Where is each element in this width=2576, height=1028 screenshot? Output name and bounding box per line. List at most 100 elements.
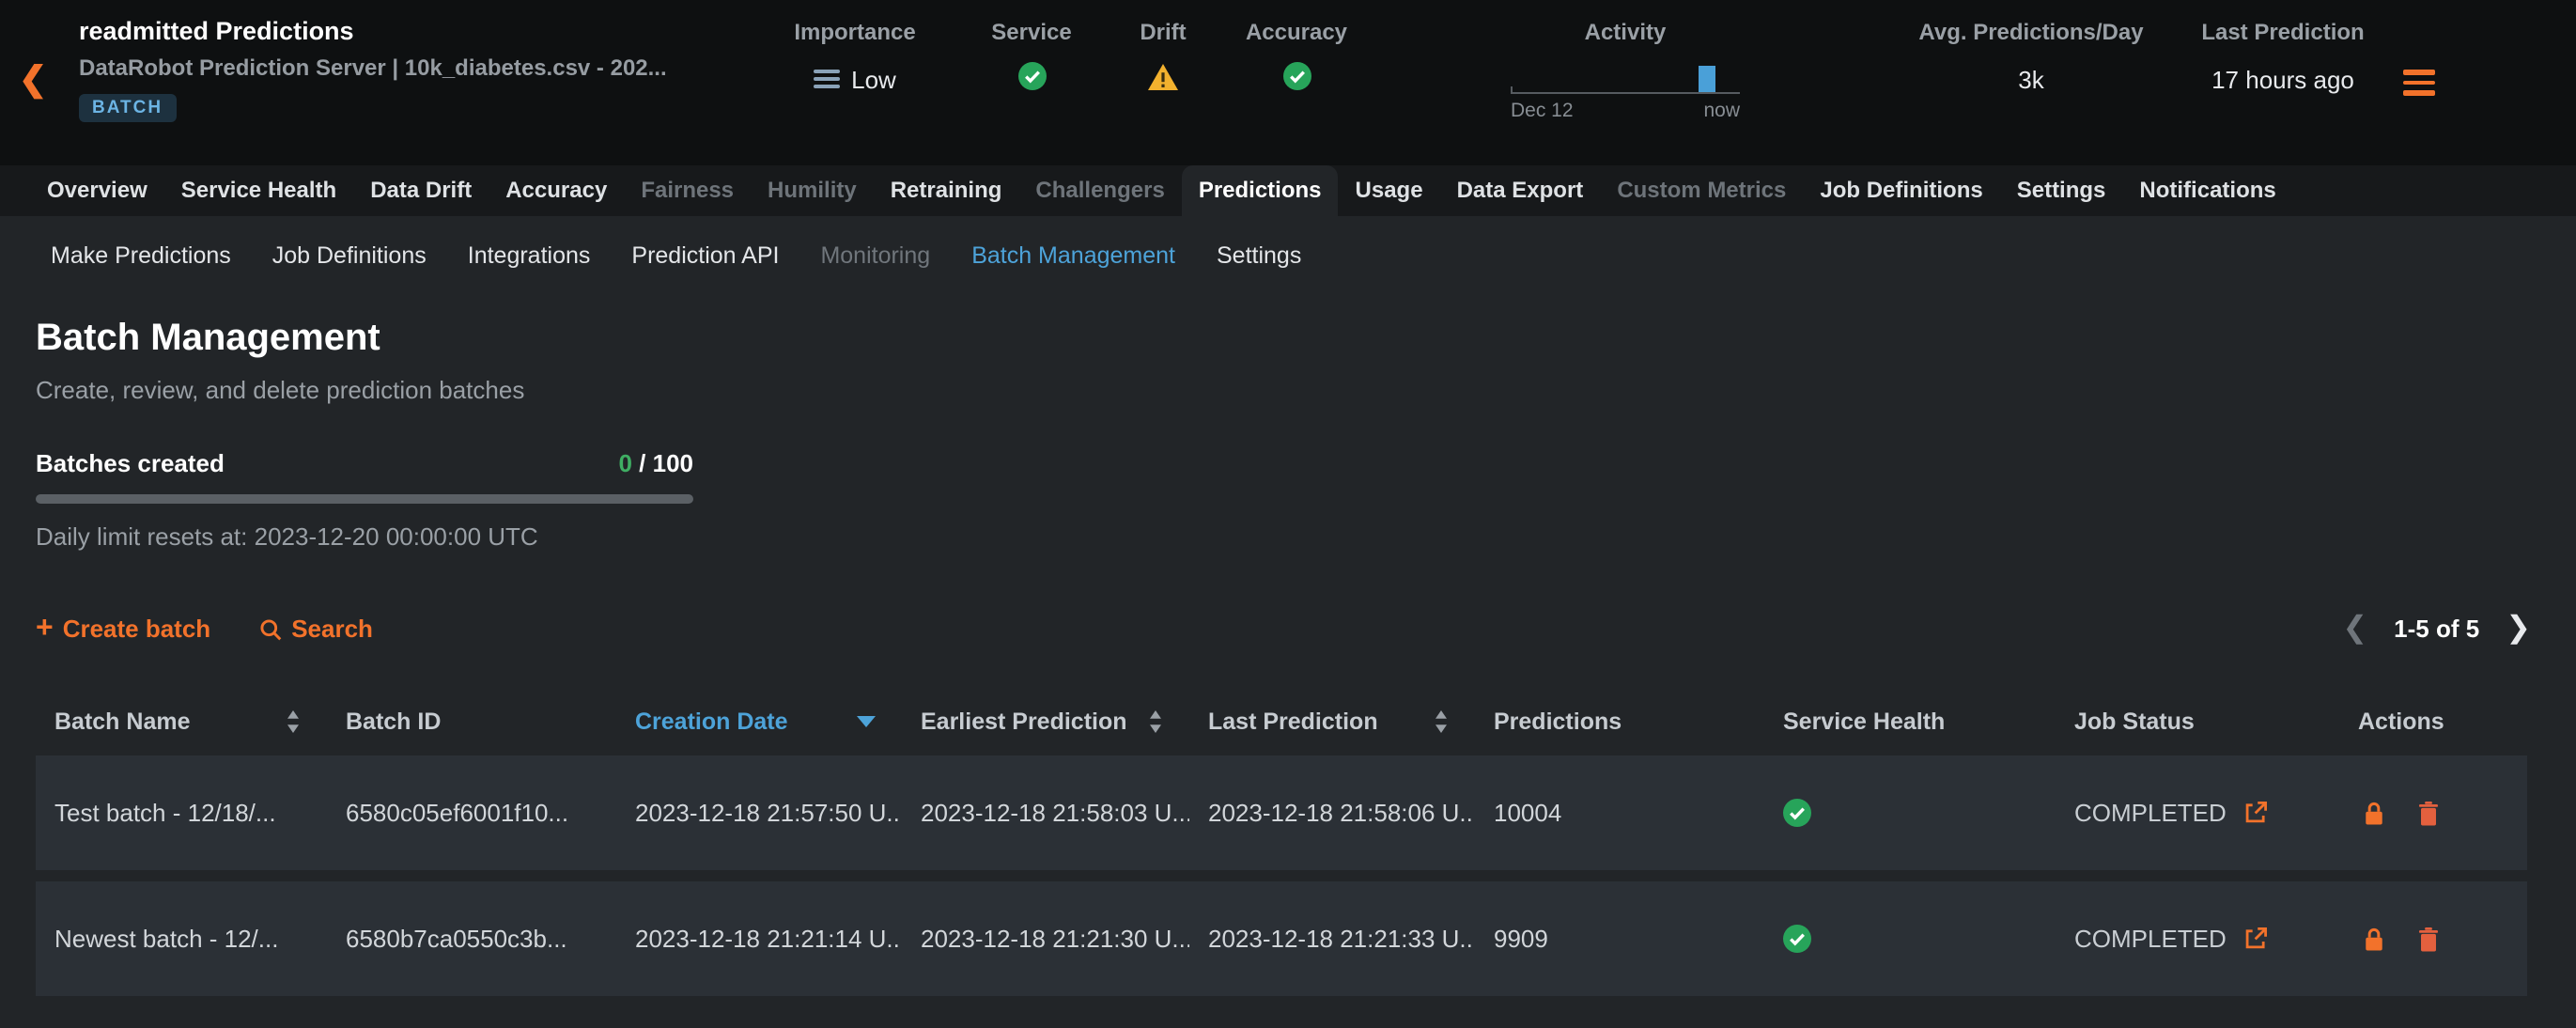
batches-table: Batch Name Batch ID Creation Date Earliest … xyxy=(36,699,2527,996)
tab-job-definitions[interactable]: Job Definitions xyxy=(1803,165,1999,216)
tab-overview[interactable]: Overview xyxy=(30,165,164,216)
table-row[interactable]: Test batch - 12/18/...6580c05ef6001f10..… xyxy=(36,755,2527,870)
activity-sparkline-chart xyxy=(1511,53,1740,94)
cell-creation-date: 2023-12-18 21:57:50 U... xyxy=(616,799,902,827)
column-header-last-prediction[interactable]: Last Prediction xyxy=(1189,699,1475,744)
quota-limit: / 100 xyxy=(632,449,693,477)
external-link-icon[interactable] xyxy=(2243,927,2268,951)
create-batch-label: Create batch xyxy=(63,615,211,643)
column-header-batch-id: Batch ID xyxy=(327,699,616,744)
pagination-prev-icon[interactable]: ❮ xyxy=(2342,615,2367,642)
column-header-service-health: Service Health xyxy=(1764,699,2056,744)
search-label: Search xyxy=(291,615,373,643)
batch-toolbar: + Create batch Search ❮ 1-5 of 5 ❯ xyxy=(36,615,2531,643)
tab-notifications[interactable]: Notifications xyxy=(2122,165,2292,216)
tab-predictions[interactable]: Predictions xyxy=(1182,165,1339,216)
tab-humility[interactable]: Humility xyxy=(751,165,874,216)
column-label: Batch Name xyxy=(54,709,191,735)
search-icon xyxy=(259,617,282,640)
back-chevron-icon[interactable]: ❮ xyxy=(19,60,47,100)
activity-bar xyxy=(1699,66,1715,92)
column-header-earliest-prediction[interactable]: Earliest Prediction xyxy=(902,699,1189,744)
stat-last-prediction: Last Prediction 17 hours ago xyxy=(2161,19,2405,96)
pagination-range: 1-5 of 5 xyxy=(2394,615,2479,643)
column-label: Job Status xyxy=(2074,709,2195,735)
sort-desc-icon[interactable] xyxy=(857,716,876,727)
column-header-creation-date[interactable]: Creation Date xyxy=(616,699,902,744)
page-title: Batch Management xyxy=(36,318,2576,361)
table-row[interactable]: Newest batch - 12/...6580b7ca0550c3b...2… xyxy=(36,881,2527,996)
subtab-make-predictions[interactable]: Make Predictions xyxy=(30,242,252,269)
quota-count: 0 / 100 xyxy=(618,449,693,477)
cell-creation-date: 2023-12-18 21:21:14 U... xyxy=(616,925,902,953)
column-label: Earliest Prediction xyxy=(921,709,1127,735)
batch-quota: Batches created 0 / 100 xyxy=(36,449,693,504)
pagination: ❮ 1-5 of 5 ❯ xyxy=(2342,615,2531,643)
search-button[interactable]: Search xyxy=(259,615,373,643)
subtab-job-definitions[interactable]: Job Definitions xyxy=(252,242,447,269)
stat-activity: Activity Dec 12 now xyxy=(1503,19,1747,122)
column-header-job-status: Job Status xyxy=(2056,699,2339,744)
cell-job-status: COMPLETED xyxy=(2056,799,2339,827)
cell-predictions: 9909 xyxy=(1475,925,1764,953)
stat-importance-label: Importance xyxy=(761,19,949,45)
external-link-icon[interactable] xyxy=(2243,801,2268,825)
stat-service-label: Service xyxy=(975,19,1088,45)
subtab-monitoring[interactable]: Monitoring xyxy=(799,242,951,269)
tab-settings[interactable]: Settings xyxy=(2000,165,2123,216)
stat-importance: Importance Low xyxy=(761,19,949,96)
sort-icon[interactable] xyxy=(1434,710,1449,733)
batch-badge: BATCH xyxy=(79,94,176,122)
activity-axis-start: Dec 12 xyxy=(1511,100,1574,122)
subtab-settings[interactable]: Settings xyxy=(1196,242,1322,269)
pagination-next-icon[interactable]: ❯ xyxy=(2506,615,2531,642)
cell-predictions: 10004 xyxy=(1475,799,1764,827)
job-status-text: COMPLETED xyxy=(2074,799,2227,827)
tab-retraining[interactable]: Retraining xyxy=(874,165,1019,216)
cell-earliest-prediction: 2023-12-18 21:21:30 U... xyxy=(902,925,1189,953)
tab-fairness[interactable]: Fairness xyxy=(624,165,751,216)
tab-custom-metrics[interactable]: Custom Metrics xyxy=(1600,165,1803,216)
subtab-prediction-api[interactable]: Prediction API xyxy=(611,242,799,269)
column-header-actions: Actions xyxy=(2339,699,2527,744)
lock-icon[interactable] xyxy=(2362,926,2386,952)
stat-drift: Drift xyxy=(1107,19,1219,96)
tab-accuracy[interactable]: Accuracy xyxy=(489,165,624,216)
delete-icon[interactable] xyxy=(2416,800,2441,826)
subtab-integrations[interactable]: Integrations xyxy=(447,242,612,269)
deployment-info: readmitted Predictions DataRobot Predict… xyxy=(79,17,667,122)
deployment-subtitle: DataRobot Prediction Server | 10k_diabet… xyxy=(79,55,667,81)
cell-actions xyxy=(2339,926,2527,952)
lock-icon[interactable] xyxy=(2362,800,2386,826)
cell-actions xyxy=(2339,800,2527,826)
deployment-tabs: OverviewService HealthData DriftAccuracy… xyxy=(0,165,2576,216)
column-label: Predictions xyxy=(1494,709,1622,735)
cell-last-prediction: 2023-12-18 21:58:06 U... xyxy=(1189,799,1475,827)
page-subtitle: Create, review, and delete prediction ba… xyxy=(36,376,2576,404)
importance-bars-icon xyxy=(814,66,840,92)
activity-axis-end: now xyxy=(1703,100,1740,122)
tab-service-health[interactable]: Service Health xyxy=(164,165,353,216)
tab-data-drift[interactable]: Data Drift xyxy=(353,165,489,216)
stat-service: Service xyxy=(975,19,1088,96)
quota-used: 0 xyxy=(618,449,631,477)
activity-axis xyxy=(1511,92,1740,94)
sort-icon[interactable] xyxy=(1148,710,1163,733)
cell-batch-id: 6580c05ef6001f10... xyxy=(327,799,616,827)
predictions-subnav: Make PredictionsJob DefinitionsIntegrati… xyxy=(0,216,2576,269)
tab-data-export[interactable]: Data Export xyxy=(1440,165,1601,216)
column-header-predictions: Predictions xyxy=(1475,699,1764,744)
column-header-batch-name[interactable]: Batch Name xyxy=(36,699,327,744)
tab-challengers[interactable]: Challengers xyxy=(1018,165,1181,216)
hamburger-menu-icon[interactable] xyxy=(2403,70,2435,101)
subtab-batch-management[interactable]: Batch Management xyxy=(951,242,1196,269)
sort-icon[interactable] xyxy=(286,710,301,733)
cell-job-status: COMPLETED xyxy=(2056,925,2339,953)
delete-icon[interactable] xyxy=(2416,926,2441,952)
job-status-text: COMPLETED xyxy=(2074,925,2227,953)
column-label: Batch ID xyxy=(346,709,441,735)
deployment-title: readmitted Predictions xyxy=(79,17,667,45)
tab-usage[interactable]: Usage xyxy=(1339,165,1440,216)
column-label: Service Health xyxy=(1783,709,1945,735)
create-batch-button[interactable]: + Create batch xyxy=(36,615,210,643)
